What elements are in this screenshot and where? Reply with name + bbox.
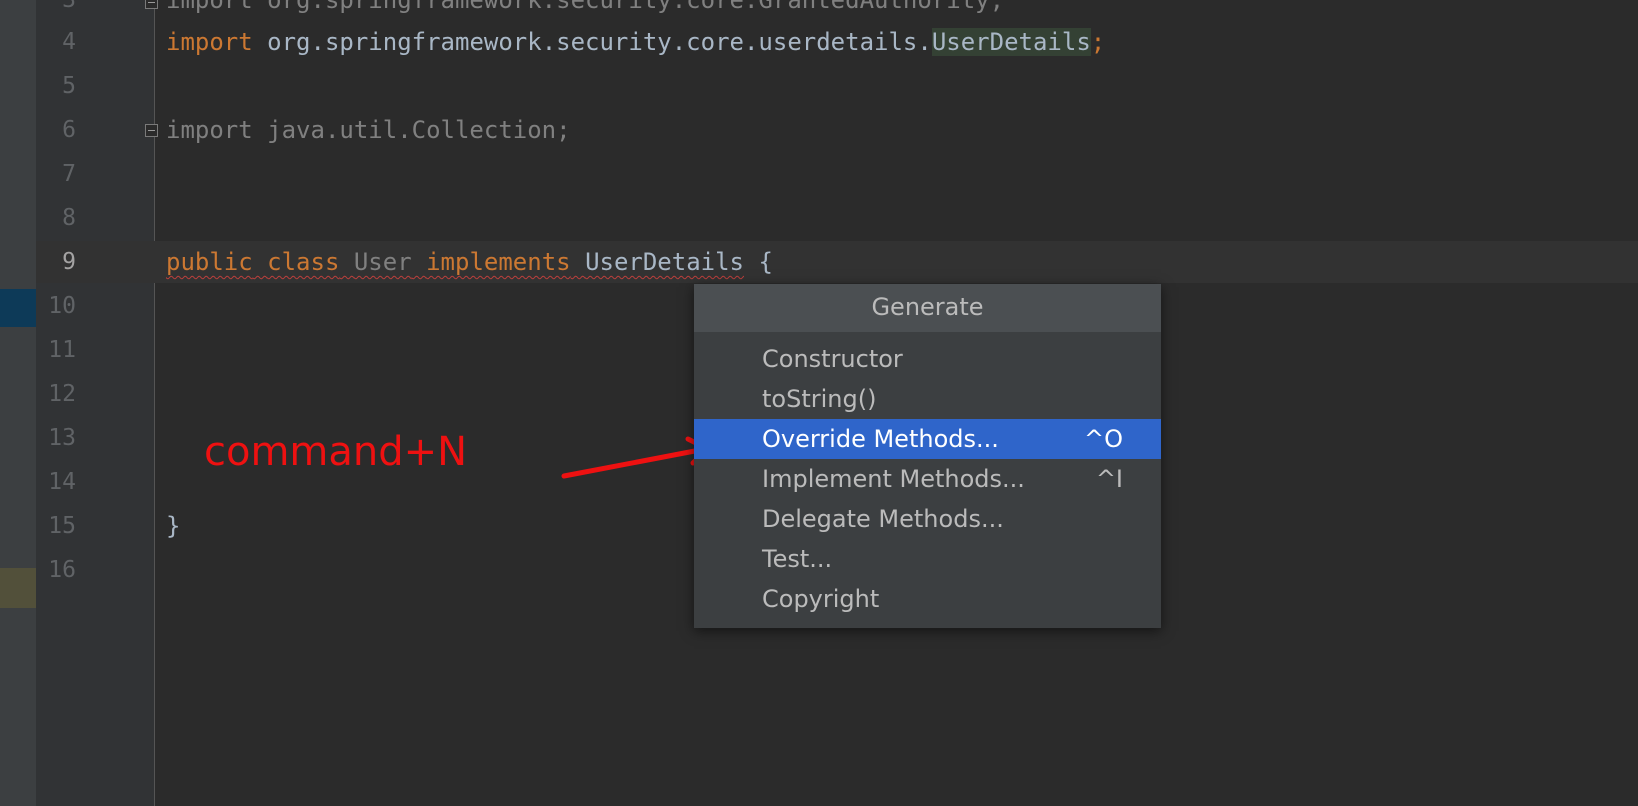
menu-item-label: Copyright [762, 585, 880, 613]
menu-item-label: Implement Methods... [762, 465, 1025, 493]
popup-title: Generate [694, 284, 1161, 332]
menu-item-override-methods[interactable]: Override Methods... ^O [694, 419, 1161, 459]
menu-item-delegate-methods[interactable]: Delegate Methods... [694, 499, 1161, 539]
menu-item-label: Test... [762, 545, 833, 573]
menu-item-constructor[interactable]: Constructor [694, 339, 1161, 379]
menu-item-copyright[interactable]: Copyright [694, 579, 1161, 619]
menu-item-shortcut: ^O [1084, 425, 1123, 453]
menu-item-label: Override Methods... [762, 425, 999, 453]
menu-item-label: Delegate Methods... [762, 505, 1004, 533]
menu-item-label: toString() [762, 385, 877, 413]
menu-item-implement-methods[interactable]: Implement Methods... ^I [694, 459, 1161, 499]
menu-item-test[interactable]: Test... [694, 539, 1161, 579]
menu-item-shortcut: ^I [1095, 465, 1123, 493]
menu-item-label: Constructor [762, 345, 903, 373]
generate-popup[interactable]: Generate Constructor toString() Override… [694, 284, 1161, 628]
menu-item-tostring[interactable]: toString() [694, 379, 1161, 419]
